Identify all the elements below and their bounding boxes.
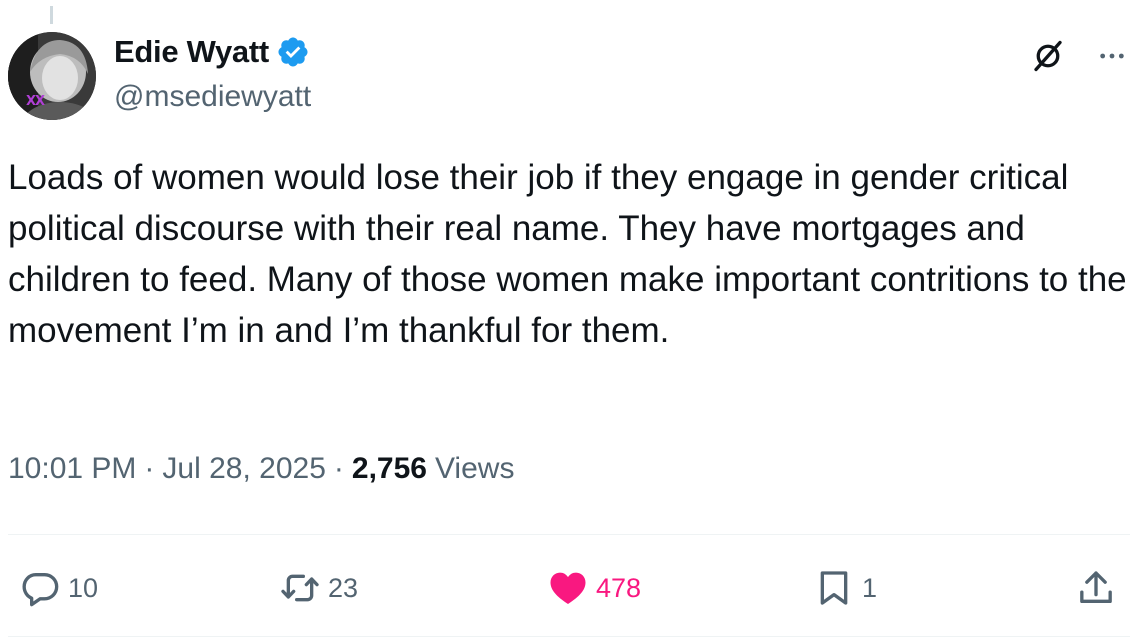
more-icon xyxy=(1100,53,1124,59)
share-button[interactable] xyxy=(1076,558,1116,618)
bookmark-button[interactable]: 1 xyxy=(814,558,877,618)
repost-count: 23 xyxy=(328,572,359,603)
bookmark-icon xyxy=(820,571,848,605)
share-icon xyxy=(1080,571,1112,603)
avatar[interactable]: XX xyxy=(8,32,96,120)
repost-icon xyxy=(281,574,319,602)
avatar-image xyxy=(8,32,96,120)
like-count: 478 xyxy=(596,572,642,603)
display-name[interactable]: Edie Wyatt xyxy=(114,34,269,70)
tweet-time[interactable]: 10:01 PM xyxy=(8,452,136,486)
action-bar: 10 23 478 1 xyxy=(0,558,1146,618)
bookmark-count: 1 xyxy=(862,572,878,603)
repost-button[interactable]: 23 xyxy=(280,558,358,618)
tweet-date[interactable]: Jul 28, 2025 xyxy=(162,452,325,486)
like-button[interactable]: 478 xyxy=(548,558,641,618)
reply-button[interactable]: 10 xyxy=(20,558,98,618)
meta-separator: · xyxy=(333,452,344,485)
meta-separator: · xyxy=(144,452,155,485)
divider-bottom xyxy=(8,636,1130,637)
more-button[interactable] xyxy=(1090,34,1134,78)
views-count: 2,756 xyxy=(351,452,427,485)
heart-icon xyxy=(550,572,586,604)
grok-icon xyxy=(1034,40,1062,72)
tweet-text: Loads of women would lose their job if t… xyxy=(8,158,1127,350)
avatar-badge-text: XX xyxy=(26,94,45,109)
views-label: Views xyxy=(434,452,515,485)
thread-line xyxy=(50,6,53,24)
reply-icon xyxy=(22,573,59,607)
divider-top xyxy=(8,534,1130,535)
author-handle[interactable]: @msediewyatt xyxy=(114,80,311,114)
verified-badge-icon xyxy=(276,35,310,69)
author-name-row[interactable]: Edie Wyatt xyxy=(114,34,310,70)
grok-button[interactable] xyxy=(1026,34,1070,78)
reply-count: 10 xyxy=(68,572,99,603)
avatar-badge: XX xyxy=(26,94,45,109)
tweet-meta: 10:01 PM · Jul 28, 2025 · 2,756 Views xyxy=(8,452,514,486)
